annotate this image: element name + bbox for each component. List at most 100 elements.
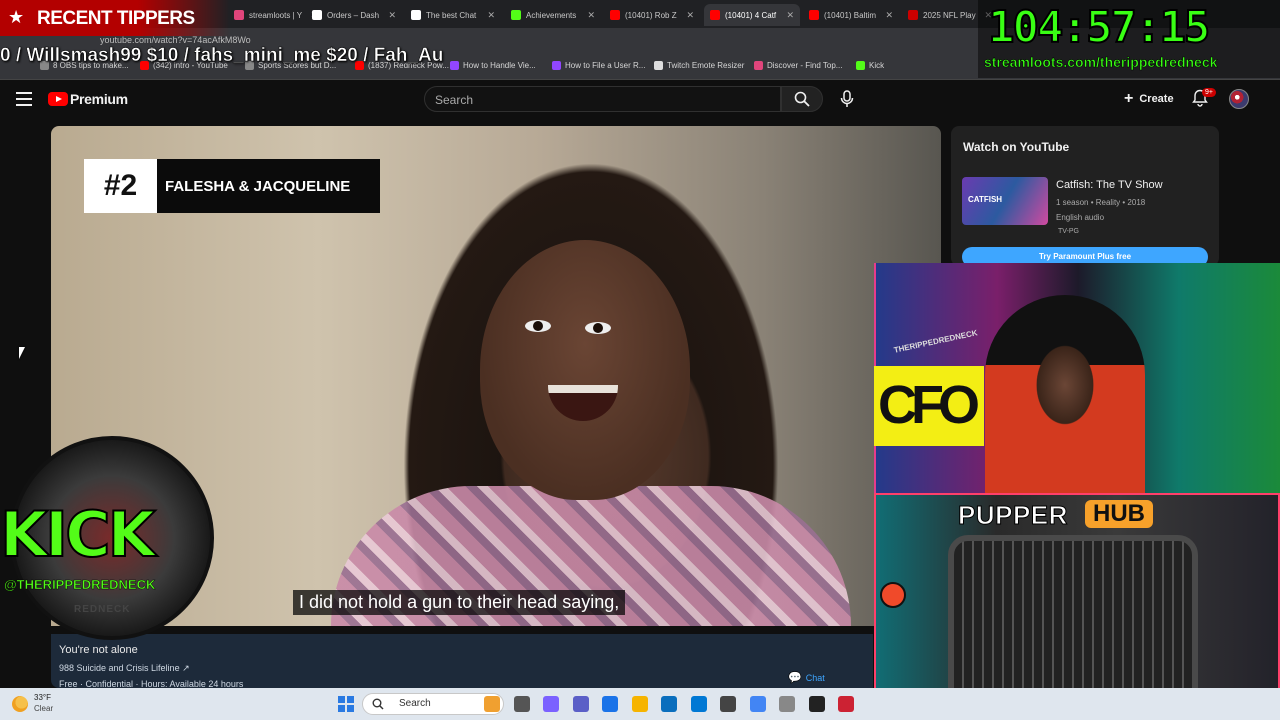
rank-number: #2 bbox=[84, 159, 157, 213]
kick-handle: @THERIPPEDREDNECK bbox=[4, 577, 156, 592]
tab-close-icon[interactable]: ✕ bbox=[786, 10, 794, 21]
tab-favicon-icon bbox=[234, 10, 244, 20]
kick-logo-text: KICK bbox=[0, 497, 157, 572]
video-title-card: #2 FALESHA & JACQUELINE bbox=[84, 159, 380, 213]
create-button[interactable]: + Create bbox=[1124, 89, 1174, 109]
tab-close-icon[interactable]: ✕ bbox=[885, 10, 893, 21]
taskbar-app-icon[interactable] bbox=[749, 696, 766, 712]
tab-close-icon[interactable]: ✕ bbox=[487, 10, 495, 21]
bookmark-item[interactable]: Discover - Find Top... bbox=[754, 61, 842, 70]
browser-tab[interactable]: (10401) 4 Catf ✕ bbox=[704, 4, 800, 26]
mouse-cursor-icon bbox=[19, 347, 25, 359]
search-button[interactable] bbox=[781, 86, 823, 112]
show-meta: 1 season • Reality • 2018 bbox=[1056, 198, 1146, 207]
tab-label: Orders – Dash bbox=[327, 10, 380, 20]
weather-description[interactable]: Clear bbox=[34, 704, 53, 713]
windows-start-icon[interactable] bbox=[338, 696, 354, 712]
tab-favicon-icon bbox=[809, 10, 819, 20]
taskbar-app-icon[interactable] bbox=[484, 696, 500, 712]
bookmark-item[interactable]: How to File a User R... bbox=[552, 61, 645, 70]
subathon-timer: 104:57:15 bbox=[987, 1, 1211, 54]
show-title-link[interactable]: Catfish: The TV Show bbox=[1056, 179, 1163, 191]
tab-label: (10401) Baltim bbox=[824, 10, 877, 20]
recent-tippers-label: RECENT TIPPERS bbox=[37, 8, 195, 29]
microphone-icon[interactable] bbox=[838, 90, 856, 108]
weather-moon-icon[interactable] bbox=[12, 696, 28, 712]
taskbar-app-icon[interactable] bbox=[838, 696, 854, 712]
weather-temperature[interactable]: 33°F bbox=[34, 693, 51, 702]
browser-tab[interactable]: The best Chat ✕ bbox=[405, 4, 501, 26]
taskbar-app-icon[interactable] bbox=[543, 696, 559, 712]
crisis-lifeline-link[interactable]: 988 Suicide and Crisis Lifeline ↗ bbox=[59, 663, 190, 674]
youtube-logo-icon[interactable] bbox=[48, 92, 68, 106]
search-input[interactable]: Search bbox=[424, 86, 781, 112]
taskbar-app-icon[interactable] bbox=[690, 696, 707, 712]
tab-label: (10401) 4 Catf bbox=[725, 10, 777, 20]
tab-close-icon[interactable]: ✕ bbox=[686, 10, 694, 21]
tab-close-icon[interactable]: ✕ bbox=[587, 10, 595, 21]
video-scene-eye-left bbox=[525, 320, 551, 332]
browser-tab[interactable]: (10401) Rob Z ✕ bbox=[604, 4, 700, 26]
bookmark-favicon-icon bbox=[654, 61, 663, 70]
browser-tab[interactable]: Achievements ✕ bbox=[505, 4, 601, 26]
tab-favicon-icon bbox=[610, 10, 620, 20]
pupper-hub-badge: HUB bbox=[1085, 500, 1153, 528]
pupper-hub-title: PUPPER bbox=[958, 500, 1068, 531]
taskbar-app-icon[interactable] bbox=[631, 696, 648, 712]
title-card-names: FALESHA & JACQUELINE bbox=[157, 159, 380, 213]
tippers-ticker: 0 / Willsmash99 $10 / fahs_mini_me $20 /… bbox=[0, 45, 444, 67]
chat-button[interactable]: 💬 Chat bbox=[788, 671, 825, 684]
browser-tab[interactable]: Orders – Dash ✕ bbox=[306, 4, 402, 26]
taskbar-app-icon[interactable] bbox=[720, 696, 736, 712]
bookmark-favicon-icon bbox=[450, 61, 459, 70]
tab-label: The best Chat bbox=[426, 10, 477, 20]
bookmark-label: How to Handle Vie... bbox=[463, 61, 536, 70]
taskbar-app-icon[interactable] bbox=[779, 696, 795, 712]
chat-label: Chat bbox=[805, 672, 825, 683]
show-thumbnail[interactable]: CATFISH bbox=[962, 177, 1048, 225]
menu-icon[interactable] bbox=[16, 92, 32, 106]
taskbar-app-icon[interactable] bbox=[808, 696, 825, 712]
taskbar-app-icon[interactable] bbox=[661, 696, 677, 712]
video-caption: I did not hold a gun to their head sayin… bbox=[293, 590, 626, 615]
tab-close-icon[interactable]: ✕ bbox=[388, 10, 396, 21]
url-text[interactable]: youtube.com/watch?v=74acAfkM8Wo bbox=[100, 35, 251, 45]
bookmark-label: How to File a User R... bbox=[565, 61, 646, 70]
bookmark-item[interactable]: Kick bbox=[856, 61, 884, 70]
bookmark-item[interactable]: How to Handle Vie... bbox=[450, 61, 536, 70]
video-scene-eye-right bbox=[585, 322, 611, 334]
bookmark-favicon-icon bbox=[856, 61, 865, 70]
taskbar-app-icon[interactable] bbox=[513, 696, 530, 712]
pupper-hub-logo-icon bbox=[880, 582, 906, 608]
webcam-streamer bbox=[985, 295, 1145, 495]
browser-tab[interactable]: (10401) Baltim ✕ bbox=[803, 4, 899, 26]
tab-favicon-icon bbox=[312, 10, 322, 20]
watch-card-heading: Watch on YouTube bbox=[963, 140, 1070, 154]
webcam-neon-sign: CFO bbox=[874, 366, 984, 446]
account-avatar[interactable] bbox=[1229, 89, 1249, 109]
create-label: Create bbox=[1139, 93, 1174, 105]
chat-bubble-icon: 💬 bbox=[788, 672, 802, 684]
bookmark-label: Twitch Emote Resizer bbox=[667, 61, 745, 70]
notification-count-badge: 9+ bbox=[1202, 88, 1216, 97]
bookmark-label: Kick bbox=[869, 61, 885, 70]
youtube-premium-label[interactable]: Premium bbox=[70, 91, 128, 107]
plus-icon: + bbox=[1124, 90, 1134, 107]
taskbar-search-icon bbox=[372, 698, 384, 710]
bookmark-item[interactable]: Twitch Emote Resizer bbox=[654, 61, 744, 70]
tab-label: 2025 NFL Play bbox=[923, 10, 976, 20]
kick-badge-subtext: REDNECK bbox=[74, 604, 131, 615]
tab-favicon-icon bbox=[511, 10, 521, 20]
show-rating: TV-PG bbox=[1058, 228, 1080, 235]
show-audio: English audio bbox=[1056, 213, 1105, 222]
tab-label: Achievements bbox=[526, 10, 577, 20]
star-icon: ★ bbox=[8, 7, 25, 27]
search-icon bbox=[794, 91, 810, 107]
taskbar-app-icon[interactable] bbox=[602, 696, 618, 712]
tab-favicon-icon bbox=[710, 10, 720, 20]
streamloots-url: streamloots.com/therippedredneck bbox=[984, 54, 1218, 71]
tab-favicon-icon bbox=[908, 10, 918, 20]
thumbnail-text: CATFISH bbox=[968, 195, 1003, 204]
taskbar-app-icon[interactable] bbox=[572, 696, 589, 712]
neon-sign-text: CFO bbox=[878, 375, 980, 435]
